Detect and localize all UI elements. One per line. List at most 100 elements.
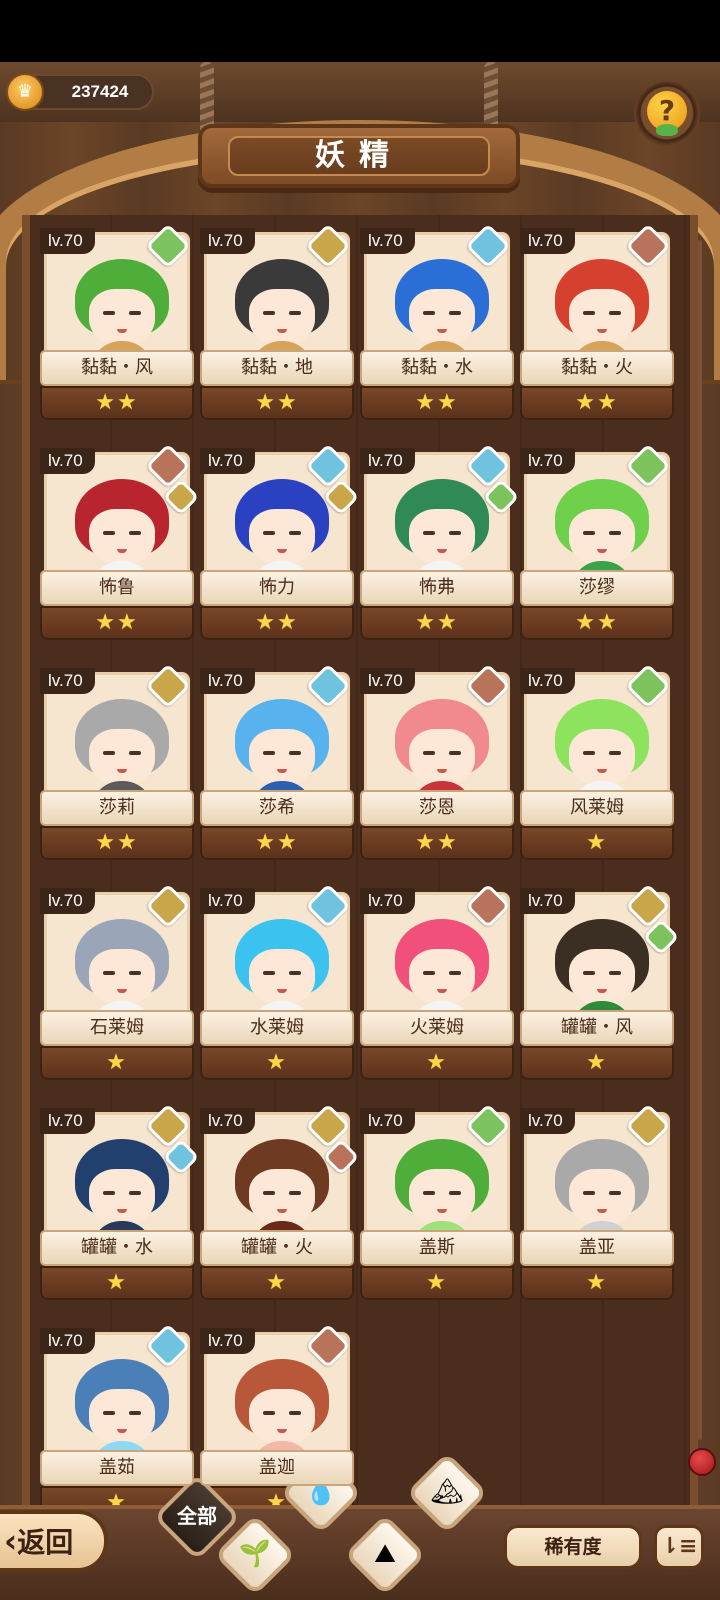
card-level: lv.70 xyxy=(200,1108,255,1134)
fairy-card[interactable]: lv.70 石莱姆 ★ xyxy=(40,883,194,1084)
card-name: 罐罐・风 xyxy=(561,1017,633,1038)
card-star-rating: ★ xyxy=(200,1046,354,1080)
fairy-mouth xyxy=(117,1429,127,1433)
fairy-card[interactable]: lv.70 水莱姆 ★ xyxy=(200,883,354,1084)
card-name: 盖亚 xyxy=(579,1237,615,1258)
fairy-face xyxy=(569,949,635,1005)
currency-display: ♛ 237424 xyxy=(6,73,154,111)
fairy-mouth xyxy=(597,329,607,333)
fairy-card[interactable]: lv.70 怖鲁 ★★ xyxy=(40,443,200,644)
fairy-face xyxy=(89,509,155,565)
fairy-mouth xyxy=(277,1209,287,1213)
fairy-mouth xyxy=(277,1429,287,1433)
earth-icon: ⛰ xyxy=(374,1539,396,1569)
fairy-mouth xyxy=(117,769,127,773)
fairy-eye xyxy=(583,1191,595,1195)
card-star-rating: ★ xyxy=(40,1046,194,1080)
fairy-card[interactable]: lv.70 莎莉 ★★ xyxy=(40,663,194,864)
fairy-card[interactable]: lv.70 罐罐・风 ★ xyxy=(520,883,680,1084)
fairy-card[interactable]: lv.70 黏黏・地 ★★ xyxy=(200,223,354,424)
fairy-mouth xyxy=(437,329,447,333)
card-level: lv.70 xyxy=(40,228,95,254)
fairy-face xyxy=(89,1389,155,1445)
fairy-mouth xyxy=(277,989,287,993)
fairy-mouth xyxy=(597,549,607,553)
card-name: 黏黏・火 xyxy=(561,357,633,378)
fairy-eye xyxy=(103,1191,115,1195)
fairy-card[interactable]: lv.70 黏黏・水 ★★ xyxy=(360,223,514,424)
fairy-eye xyxy=(263,1411,275,1415)
fairy-card[interactable]: lv.70 怖弗 ★★ xyxy=(360,443,520,644)
sort-order-button[interactable]: ⇂≡ xyxy=(654,1525,704,1569)
fairy-eye xyxy=(449,971,461,975)
fairy-eye xyxy=(449,531,461,535)
fairy-card[interactable]: lv.70 罐罐・火 ★ xyxy=(200,1103,360,1304)
fairy-mouth xyxy=(117,549,127,553)
card-name: 莎缪 xyxy=(579,577,615,598)
card-star-rating: ★★ xyxy=(520,606,674,640)
sort-rarity-button[interactable]: 稀有度 xyxy=(504,1525,642,1569)
card-name-banner: 罐罐・火 xyxy=(200,1230,354,1266)
fairy-card[interactable]: lv.70 罐罐・水 ★ xyxy=(40,1103,200,1304)
scrollbar-thumb[interactable] xyxy=(688,1448,716,1476)
card-level: lv.70 xyxy=(360,1108,415,1134)
fairy-face xyxy=(569,729,635,785)
card-name-banner: 莎希 xyxy=(200,790,354,826)
fairy-card[interactable]: lv.70 风莱姆 ★ xyxy=(520,663,674,864)
status-bar xyxy=(0,0,720,62)
fairy-mouth xyxy=(597,1209,607,1213)
card-name: 盖茹 xyxy=(99,1457,135,1478)
fairy-card[interactable]: lv.70 盖亚 ★ xyxy=(520,1103,674,1304)
fairy-eye xyxy=(583,531,595,535)
back-button[interactable]: ‹返回 xyxy=(0,1510,108,1572)
card-level: lv.70 xyxy=(200,228,255,254)
card-star-rating: ★★ xyxy=(360,386,514,420)
card-name-banner: 石莱姆 xyxy=(40,1010,194,1046)
card-level: lv.70 xyxy=(520,888,575,914)
fairy-eye xyxy=(423,1191,435,1195)
card-level: lv.70 xyxy=(40,1108,95,1134)
card-star-rating: ★★ xyxy=(520,386,674,420)
fairy-face xyxy=(409,949,475,1005)
card-name-banner: 怖弗 xyxy=(360,570,514,606)
fairy-eye xyxy=(263,1191,275,1195)
fairy-card[interactable]: lv.70 莎缪 ★★ xyxy=(520,443,674,644)
fairy-eye xyxy=(609,311,621,315)
card-name-banner: 盖亚 xyxy=(520,1230,674,1266)
fairy-eye xyxy=(423,751,435,755)
fairy-eye xyxy=(263,971,275,975)
fairy-face xyxy=(89,729,155,785)
fairy-eye xyxy=(289,971,301,975)
fairy-eye xyxy=(609,531,621,535)
fairy-eye xyxy=(103,311,115,315)
fairy-face xyxy=(569,1169,635,1225)
card-star-rating: ★★ xyxy=(40,386,194,420)
fairy-eye xyxy=(583,971,595,975)
page-title: 妖精 xyxy=(228,136,490,176)
fairy-card[interactable]: lv.70 莎希 ★★ xyxy=(200,663,354,864)
fairy-card[interactable]: lv.70 怖力 ★★ xyxy=(200,443,360,644)
help-button[interactable]: ? xyxy=(634,80,700,146)
fairy-mouth xyxy=(597,989,607,993)
fairy-card[interactable]: lv.70 盖斯 ★ xyxy=(360,1103,514,1304)
fairy-card[interactable]: lv.70 盖茹 ★ xyxy=(40,1323,194,1524)
fairy-face xyxy=(569,289,635,345)
card-star-rating: ★ xyxy=(200,1266,354,1300)
crown-coin-icon: ♛ xyxy=(6,73,44,111)
fairy-eye xyxy=(289,751,301,755)
fairy-card[interactable]: lv.70 黏黏・火 ★★ xyxy=(520,223,674,424)
fairy-card[interactable]: lv.70 黏黏・风 ★★ xyxy=(40,223,194,424)
fairy-eye xyxy=(289,531,301,535)
card-star-rating: ★★ xyxy=(200,826,354,860)
card-name-banner: 怖力 xyxy=(200,570,354,606)
card-star-rating: ★★ xyxy=(360,606,514,640)
card-name: 莎莉 xyxy=(99,797,135,818)
scrollbar-track[interactable] xyxy=(698,240,702,1440)
card-level: lv.70 xyxy=(520,668,575,694)
fairy-card[interactable]: lv.70 莎恩 ★★ xyxy=(360,663,514,864)
card-name-banner: 莎缪 xyxy=(520,570,674,606)
fairy-face xyxy=(89,289,155,345)
fairy-card[interactable]: lv.70 火莱姆 ★ xyxy=(360,883,514,1084)
card-star-rating: ★★ xyxy=(200,606,354,640)
card-name: 怖鲁 xyxy=(99,577,135,598)
